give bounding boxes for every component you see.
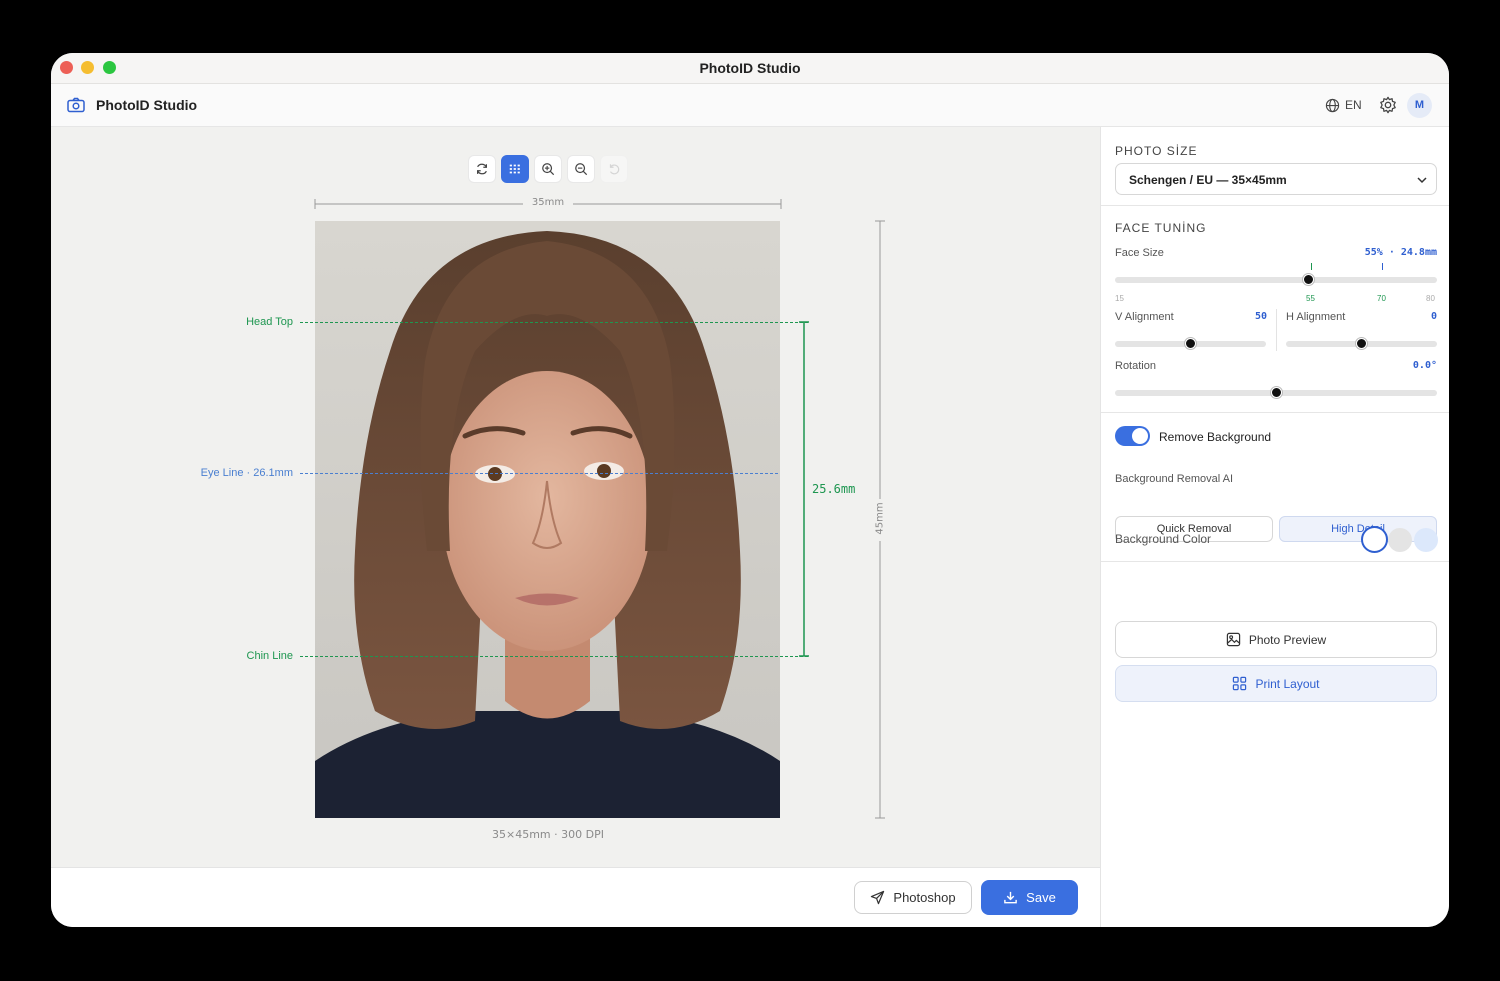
face-size-slider-thumb[interactable] [1302, 274, 1314, 285]
chin-line-label: Chin Line [246, 650, 293, 662]
width-label: 35mm [531, 197, 565, 208]
alignment-divider [1276, 309, 1277, 351]
v-alignment-slider-thumb[interactable] [1185, 338, 1196, 349]
face-measure-label: 25.6mm [812, 482, 856, 496]
photo-size-title: PHOTO SİZE [1115, 144, 1198, 158]
canvas-toolbar [468, 155, 628, 183]
h-alignment-value: 0 [1430, 311, 1437, 322]
language-label: EN [1345, 98, 1362, 112]
divider [1101, 412, 1449, 413]
save-button[interactable]: Save [981, 880, 1078, 915]
send-icon [871, 890, 885, 905]
photo-size-select[interactable]: Schengen / EU — 35×45mm [1115, 163, 1437, 195]
bg-removal-ai-label: Background Removal AI [1115, 473, 1234, 485]
head-top-guide[interactable] [300, 322, 808, 323]
save-label: Save [1026, 890, 1056, 905]
face-size-value: 55% · 24.8mm [1364, 247, 1437, 258]
h-alignment-label: H Alignment [1286, 311, 1346, 323]
face-size-label: Face Size [1115, 247, 1164, 259]
background-color-label: Background Color [1115, 532, 1212, 546]
bg-color-gray-swatch[interactable] [1388, 528, 1412, 552]
rotation-label: Rotation [1115, 360, 1156, 372]
photo-preview-label: Photo Preview [1248, 632, 1327, 647]
refresh-icon [477, 163, 487, 175]
print-layout-label: Print Layout [1255, 676, 1320, 691]
height-label: 45mm [874, 502, 886, 535]
rotation-slider-thumb[interactable] [1270, 387, 1282, 398]
face-size-target-marker [1311, 263, 1312, 270]
bg-color-blue-swatch[interactable] [1414, 528, 1438, 552]
remove-background-toggle[interactable] [1115, 426, 1150, 446]
zoom-in-button[interactable] [534, 155, 562, 183]
window-title: PhotoID Studio [699, 60, 801, 76]
title-bar: PhotoID Studio [51, 53, 1449, 84]
portrait-photo [315, 221, 780, 818]
photoshop-button[interactable]: Photoshop [854, 881, 972, 914]
language-selector[interactable]: EN [1325, 96, 1362, 114]
rotation-value: 0.0° [1412, 360, 1437, 371]
toggle-knob [1132, 428, 1148, 444]
chin-line-guide[interactable] [300, 656, 808, 657]
zoom-in-icon [542, 163, 555, 176]
globe-icon [1325, 98, 1340, 112]
face-size-tick-target: 55 [1306, 294, 1315, 303]
gear-icon[interactable] [1379, 96, 1397, 114]
h-alignment-slider-thumb[interactable] [1356, 338, 1367, 349]
grid-toggle-button[interactable] [501, 155, 529, 183]
face-size-slider[interactable] [1115, 277, 1437, 283]
head-top-label: Head Top [246, 316, 293, 328]
bg-color-white-swatch[interactable] [1361, 526, 1388, 553]
download-icon [1004, 891, 1017, 904]
v-alignment-value: 50 [1254, 311, 1267, 322]
layout-grid-icon [1233, 676, 1247, 691]
divider [1101, 561, 1449, 562]
print-layout-button[interactable]: Print Layout [1115, 665, 1437, 702]
zoom-out-icon [575, 163, 588, 176]
eye-line-guide[interactable] [300, 473, 778, 474]
undo-button[interactable] [600, 155, 628, 183]
remove-background-label: Remove Background [1159, 430, 1272, 444]
face-measure-bracket [799, 321, 809, 657]
face-size-max-marker [1382, 263, 1383, 270]
photo-preview-button[interactable]: Photo Preview [1115, 621, 1437, 658]
face-size-tick-max: 80 [1426, 294, 1435, 303]
grid-icon [509, 164, 520, 174]
photoshop-label: Photoshop [893, 890, 956, 905]
image-icon [1226, 632, 1241, 647]
v-alignment-label: V Alignment [1115, 311, 1174, 323]
eye-line-label: Eye Line · 26.1mm [200, 467, 293, 479]
face-size-tick-min: 15 [1115, 294, 1124, 303]
camera-icon [67, 97, 85, 113]
settings-sidebar: PHOTO SİZE Schengen / EU — 35×45mm FACE … [1100, 127, 1449, 927]
portrait-illustration [315, 221, 780, 818]
face-tuning-title: FACE TUNİNG [1115, 221, 1207, 235]
app-header: PhotoID Studio EN M [51, 84, 1449, 127]
app-window: PhotoID Studio PhotoID Studio EN M 35mm … [51, 53, 1449, 927]
divider [1101, 205, 1449, 206]
avatar[interactable]: M [1407, 93, 1432, 118]
undo-icon [609, 164, 620, 175]
zoom-out-button[interactable] [567, 155, 595, 183]
photo-spec-label: 35×45mm · 300 DPI [492, 828, 604, 841]
app-name: PhotoID Studio [96, 97, 198, 113]
refresh-button[interactable] [468, 155, 496, 183]
photo-size-value: Schengen / EU — 35×45mm [1129, 173, 1287, 187]
chevron-down-icon [1417, 177, 1427, 184]
face-size-tick-upper: 70 [1377, 294, 1386, 303]
